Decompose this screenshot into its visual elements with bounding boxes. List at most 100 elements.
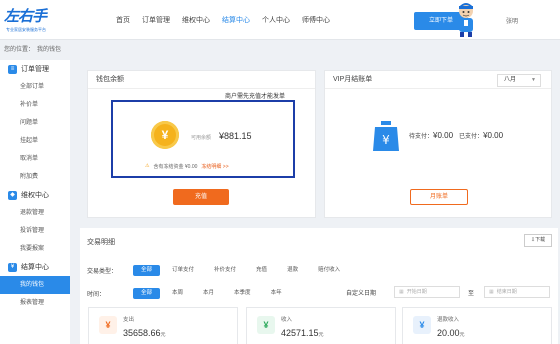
sidebar-item-complaints[interactable]: 投诉管理	[0, 222, 70, 240]
mascot-icon	[459, 3, 473, 37]
expense-label: 支出	[123, 317, 135, 323]
type-chip-supplement-payment[interactable]: 补价支付	[206, 265, 244, 276]
refund-unit: 元	[459, 332, 465, 338]
sidebar: ≡ 订单管理 全部订单 补价单 问题单 挂起单 取消单 附加费 ◆ 维权中心 退…	[0, 60, 70, 344]
month-select[interactable]: 八月 ▼	[497, 74, 541, 87]
shield-icon: ◆	[8, 190, 17, 200]
frozen-detail-link[interactable]: 冻结明细 >>	[201, 163, 228, 170]
sidebar-group-orders[interactable]: ≡ 订单管理	[0, 60, 70, 78]
time-chip-year[interactable]: 本年	[263, 288, 290, 299]
wallet-balance-box: ¥ 可用余额 ¥881.15 ⚠ 含有冻结资金 ¥0.00 冻结明细 >>	[111, 100, 295, 178]
refund-label: 退款收入	[437, 317, 460, 323]
time-chip-all[interactable]: 全部	[133, 287, 161, 299]
type-filter: 交易类型： 全部 订单支付 补价支付 充值 退款 赔付收入	[87, 264, 352, 276]
breadcrumb: 您的位置： 我的钱包	[4, 44, 61, 56]
income-label: 收入	[281, 317, 293, 323]
sidebar-group-label: 结算中心	[21, 264, 49, 271]
logo-mark: 左右手	[4, 8, 47, 25]
date-to-label: 至	[468, 291, 475, 297]
expense-unit: 元	[160, 332, 166, 338]
refund-stat-card: ¥ 退款收入 20.00元	[402, 307, 552, 344]
sidebar-group-rights[interactable]: ◆ 维权中心	[0, 186, 70, 204]
nav-settlement-center[interactable]: 结算中心	[216, 14, 256, 28]
expense-icon: ¥	[99, 316, 117, 334]
logo-tagline: 专业家居安装服务平台	[6, 27, 46, 32]
income-icon: ¥	[257, 316, 275, 334]
time-chip-month[interactable]: 本月	[195, 288, 222, 299]
money-bag-icon: ¥	[373, 121, 399, 151]
time-chip-week[interactable]: 本周	[164, 288, 191, 299]
type-chip-compensation[interactable]: 赔付收入	[310, 265, 348, 276]
calendar-icon: ▦	[399, 289, 404, 295]
user-name[interactable]: 张明	[506, 16, 518, 25]
time-filter-label: 时间：	[87, 291, 106, 298]
breadcrumb-prefix: 您的位置：	[4, 47, 35, 53]
time-chip-quarter[interactable]: 本季度	[226, 288, 259, 299]
paid-value: ¥0.00	[483, 131, 504, 140]
main-nav: 首页 订单管理 维权中心 结算中心 个人中心 师傅中心	[110, 14, 336, 28]
refund-value: 20.00元	[437, 328, 465, 338]
monthly-bill-button[interactable]: 月账单	[410, 189, 468, 205]
chevron-down-icon: ▼	[531, 77, 536, 83]
sidebar-item-supplement-orders[interactable]: 补价单	[0, 96, 70, 114]
refund-icon: ¥	[413, 316, 431, 334]
start-date-placeholder: 开始日期	[406, 289, 427, 295]
sidebar-item-all-orders[interactable]: 全部订单	[0, 78, 70, 96]
balance-label: 可用余额	[191, 135, 212, 141]
download-label: 下载	[535, 237, 546, 243]
month-select-value: 八月	[504, 77, 517, 83]
frozen-text: 含有冻结资金 ¥0.00	[153, 164, 198, 170]
expense-amount: 35658.66	[123, 328, 161, 338]
nav-order-management[interactable]: 订单管理	[136, 14, 176, 28]
sidebar-item-refunds[interactable]: 退款管理	[0, 204, 70, 222]
paid-label: 已支付：	[459, 134, 484, 140]
nav-home[interactable]: 首页	[110, 14, 136, 28]
sidebar-group-label: 维权中心	[21, 192, 49, 199]
nav-personal-center[interactable]: 个人中心	[256, 14, 296, 28]
income-value: 42571.15元	[281, 328, 324, 338]
type-chip-order-payment[interactable]: 订单支付	[164, 265, 202, 276]
warning-icon: ⚠	[145, 163, 150, 169]
top-bar: 左右手 专业家居安装服务平台 首页 订单管理 维权中心 结算中心 个人中心 师傅…	[0, 0, 560, 40]
nav-technician-center[interactable]: 师傅中心	[296, 14, 336, 28]
wallet-card-title: 钱包余额	[88, 71, 315, 89]
sidebar-group-settlement[interactable]: ¥ 结算中心	[0, 258, 70, 276]
coin-icon: ¥	[151, 121, 179, 149]
unpaid-label: 待支付：	[409, 134, 434, 140]
refund-amount: 20.00	[437, 328, 460, 338]
transactions-title: 交易明细	[87, 239, 115, 246]
type-chip-refund[interactable]: 退款	[279, 265, 306, 276]
sidebar-item-suspended-orders[interactable]: 挂起单	[0, 132, 70, 150]
income-stat-card: ¥ 收入 42571.15元	[246, 307, 396, 344]
sidebar-item-my-wallet[interactable]: 我的钱包	[0, 276, 70, 294]
sidebar-item-extra-fees[interactable]: 附加费	[0, 168, 70, 186]
income-unit: 元	[318, 332, 324, 338]
sidebar-item-reports[interactable]: 报表管理	[0, 294, 70, 312]
breadcrumb-current[interactable]: 我的钱包	[37, 44, 61, 56]
sidebar-item-problem-orders[interactable]: 问题单	[0, 114, 70, 132]
type-chip-all[interactable]: 全部	[133, 264, 161, 276]
end-date-input[interactable]: ▦ 结束日期	[484, 286, 550, 298]
frozen-funds: ⚠ 含有冻结资金 ¥0.00 冻结明细 >>	[145, 163, 229, 170]
start-date-input[interactable]: ▦ 开始日期	[394, 286, 460, 298]
time-filter: 时间： 全部 本周 本月 本季度 本年	[87, 287, 294, 299]
custom-date-label: 自定义日期	[346, 291, 377, 297]
recharge-notice: 商户需先充值才能发单	[225, 94, 286, 100]
vip-stats: 待支付：¥0.00 已支付：¥0.00	[409, 131, 503, 140]
order-icon: ≡	[8, 64, 17, 74]
type-filter-label: 交易类型：	[87, 268, 118, 275]
logo[interactable]: 左右手 专业家居安装服务平台	[4, 3, 90, 37]
settlement-icon: ¥	[8, 262, 17, 272]
unpaid-value: ¥0.00	[433, 131, 454, 140]
end-date-placeholder: 结束日期	[496, 289, 517, 295]
recharge-button[interactable]: 充值	[173, 189, 229, 205]
sidebar-item-report-case[interactable]: 我要报案	[0, 240, 70, 258]
calendar-icon: ▦	[489, 289, 494, 295]
download-button[interactable]: ⇩下载	[524, 234, 552, 247]
nav-rights-center[interactable]: 维权中心	[176, 14, 216, 28]
expense-value: 35658.66元	[123, 328, 166, 338]
type-chip-recharge[interactable]: 充值	[248, 265, 275, 276]
sidebar-item-cancelled-orders[interactable]: 取消单	[0, 150, 70, 168]
income-amount: 42571.15	[281, 328, 319, 338]
svg-text:¥: ¥	[382, 133, 390, 147]
